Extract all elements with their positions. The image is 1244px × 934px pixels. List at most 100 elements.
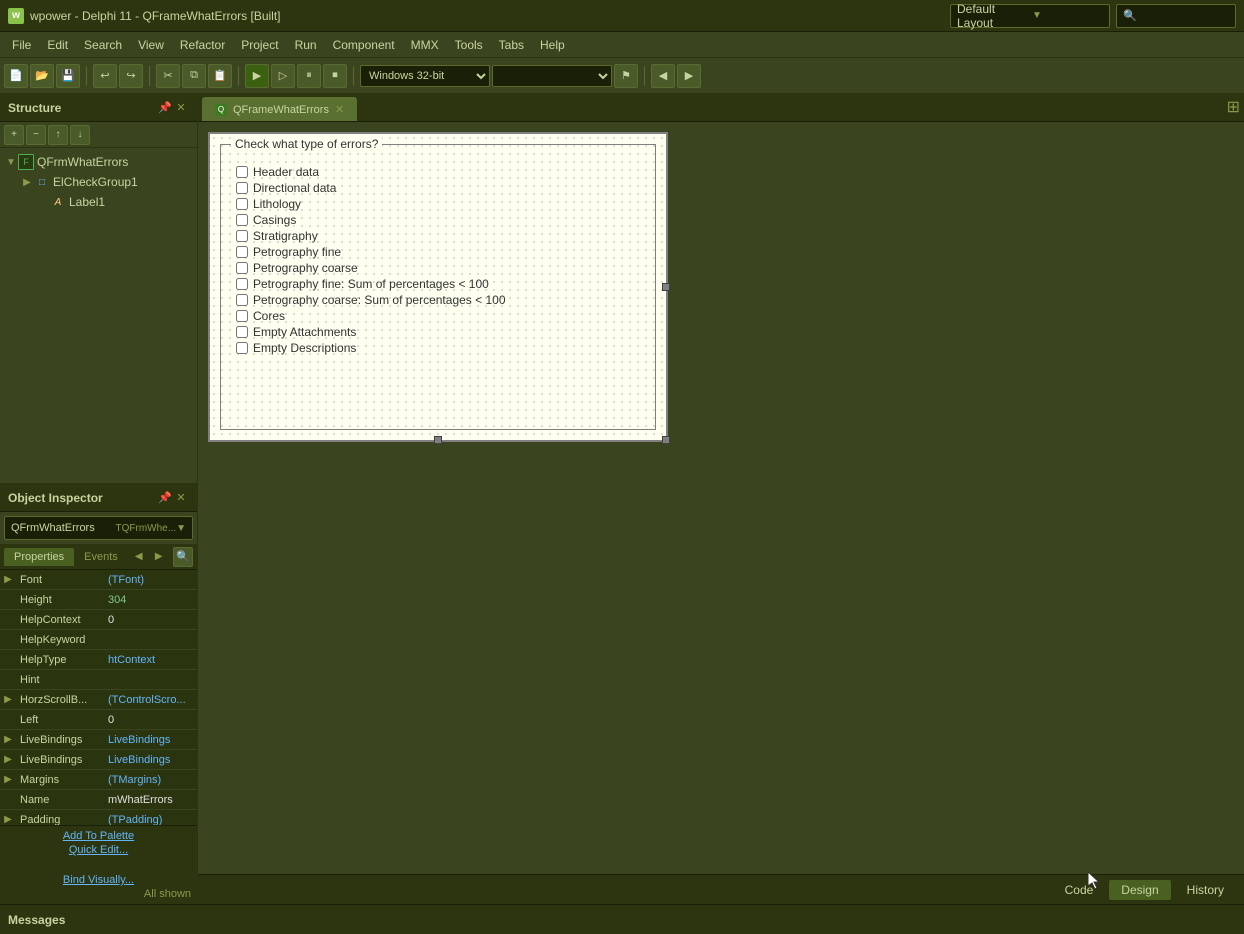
oi-pin-btn[interactable]: 📌 [157, 490, 173, 506]
tree-label-qfrmwhaterrors: QFrmWhatErrors [37, 155, 128, 169]
toolbar-run-btn[interactable]: ▷ [271, 64, 295, 88]
toolbar-save-btn[interactable]: 💾 [56, 64, 80, 88]
toolbar-debug-btn[interactable]: ⏸ [297, 64, 321, 88]
structure-add-btn[interactable]: + [4, 125, 24, 145]
menu-tools[interactable]: Tools [447, 35, 491, 55]
oi-tab-properties[interactable]: Properties [4, 548, 74, 566]
checkbox-stratigraphy[interactable] [236, 230, 248, 242]
layout-selector[interactable]: Default Layout ▼ [950, 4, 1110, 28]
prop-row-livebindings2: ▶ LiveBindings LiveBindings [0, 750, 197, 770]
resize-handle-corner[interactable] [662, 436, 670, 444]
bottom-tab-history[interactable]: History [1175, 880, 1236, 900]
toolbar-cut-btn[interactable]: ✂ [156, 64, 180, 88]
prop-row-left: Left 0 [0, 710, 197, 730]
prop-name-helpcontext: HelpContext [16, 614, 104, 626]
menu-edit[interactable]: Edit [39, 35, 76, 55]
add-to-palette-btn[interactable]: Add To Palette [63, 830, 134, 842]
menu-component[interactable]: Component [325, 35, 403, 55]
structure-up-btn[interactable]: ↑ [48, 125, 68, 145]
prop-expand-livebindings1[interactable]: ▶ [0, 734, 16, 745]
menu-bar: File Edit Search View Refactor Project R… [0, 32, 1244, 58]
checkbox-casings[interactable] [236, 214, 248, 226]
checkbox-directional-data[interactable] [236, 182, 248, 194]
checkbox-empty-descriptions[interactable] [236, 342, 248, 354]
prop-expand-horzscrollb[interactable]: ▶ [0, 694, 16, 705]
prop-expand-livebindings2[interactable]: ▶ [0, 754, 16, 765]
checkbox-petro-coarse-sum[interactable] [236, 294, 248, 306]
checkbox-cores[interactable] [236, 310, 248, 322]
tree-expand-label1 [36, 195, 50, 209]
menu-help[interactable]: Help [532, 35, 573, 55]
bind-visually-btn[interactable]: Bind Visually... [63, 874, 134, 886]
editor-tab-qframe[interactable]: Q QFrameWhatErrors ✕ [202, 97, 357, 121]
checkbox-petro-fine[interactable] [236, 246, 248, 258]
checkbox-lithology[interactable] [236, 198, 248, 210]
oi-search-btn[interactable]: 🔍 [173, 547, 193, 567]
prop-name-padding: Padding [16, 814, 104, 826]
oi-selector[interactable]: QFrmWhatErrors TQFrmWhe... ▼ [4, 516, 193, 540]
toolbar-flags-btn[interactable]: ⚑ [614, 64, 638, 88]
form-window[interactable]: Check what type of errors? Header data D… [208, 132, 668, 442]
prop-name-left: Left [16, 714, 104, 726]
tab-bar-expand[interactable]: ⊞ [1227, 97, 1240, 121]
center-area: Q QFrameWhatErrors ✕ ⊞ Check what type o… [198, 94, 1244, 904]
checkbox-header-data[interactable] [236, 166, 248, 178]
check-item-directional-data: Directional data [236, 181, 640, 195]
structure-down-btn[interactable]: ↓ [70, 125, 90, 145]
bottom-tab-code[interactable]: Code [1053, 880, 1106, 900]
checkbox-petro-coarse[interactable] [236, 262, 248, 274]
bottom-tab-design[interactable]: Design [1109, 880, 1170, 900]
menu-refactor[interactable]: Refactor [172, 35, 233, 55]
title-search-box[interactable]: 🔍 [1116, 4, 1236, 28]
menu-run[interactable]: Run [287, 35, 325, 55]
structure-header: Structure 📌 ✕ [0, 94, 197, 122]
toolbar-new-btn[interactable]: 📄 [4, 64, 28, 88]
prop-row-height: Height 304 [0, 590, 197, 610]
menu-file[interactable]: File [4, 35, 39, 55]
oi-close-btn[interactable]: ✕ [173, 490, 189, 506]
structure-delete-btn[interactable]: − [26, 125, 46, 145]
menu-tabs[interactable]: Tabs [491, 35, 532, 55]
oi-bottom: Add To Palette Quick Edit... Bind Visual… [0, 825, 197, 904]
toolbar-fwd-btn[interactable]: ▶ [677, 64, 701, 88]
quick-edit-btn[interactable]: Quick Edit... [69, 844, 128, 856]
tree-item-qfrmwhaterrors[interactable]: ▼ F QFrmWhatErrors [4, 152, 193, 172]
toolbar-copy-btn[interactable]: ⧉ [182, 64, 206, 88]
check-item-empty-attachments: Empty Attachments [236, 325, 640, 339]
tree-item-elcheckgroup1[interactable]: ▶ □ ElCheckGroup1 [4, 172, 193, 192]
resize-handle-bottom-mid[interactable] [434, 436, 442, 444]
toolbar-paste-btn[interactable]: 📋 [208, 64, 232, 88]
menu-mmx[interactable]: MMX [403, 35, 447, 55]
config-selector[interactable] [492, 65, 612, 87]
check-item-lithology: Lithology [236, 197, 640, 211]
tree-item-label1[interactable]: A Label1 [4, 192, 193, 212]
toolbar-open-btn[interactable]: 📂 [30, 64, 54, 88]
menu-project[interactable]: Project [233, 35, 286, 55]
tab-close-qframe[interactable]: ✕ [335, 103, 344, 116]
checkbox-empty-attachments[interactable] [236, 326, 248, 338]
structure-panel: Structure 📌 ✕ + − ↑ ↓ ▼ F QFrmWhatErrors… [0, 94, 197, 484]
toolbar-undo-btn[interactable]: ↩ [93, 64, 117, 88]
prop-expand-padding[interactable]: ▶ [0, 814, 16, 825]
oi-tab-events[interactable]: Events [74, 548, 128, 566]
prop-expand-margins[interactable]: ▶ [0, 774, 16, 785]
oi-nav-next[interactable]: ▶ [150, 548, 168, 566]
resize-handle-right-mid[interactable] [662, 283, 670, 291]
check-group[interactable]: Check what type of errors? Header data D… [220, 144, 656, 430]
toolbar-stop-btn[interactable]: ⏹ [323, 64, 347, 88]
oi-nav-prev[interactable]: ◀ [130, 548, 148, 566]
menu-search[interactable]: Search [76, 35, 130, 55]
search-icon: 🔍 [1123, 9, 1137, 22]
structure-close-btn[interactable]: ✕ [173, 100, 189, 116]
structure-pin-btn[interactable]: 📌 [157, 100, 173, 116]
toolbar-back-btn[interactable]: ◀ [651, 64, 675, 88]
prop-expand-font[interactable]: ▶ [0, 574, 16, 585]
checkbox-petro-fine-sum[interactable] [236, 278, 248, 290]
prop-row-margins: ▶ Margins (TMargins) [0, 770, 197, 790]
tab-icon-qframe: Q [215, 104, 227, 116]
toolbar-redo-btn[interactable]: ↪ [119, 64, 143, 88]
menu-view[interactable]: View [130, 35, 172, 55]
design-canvas[interactable]: Check what type of errors? Header data D… [198, 122, 1244, 874]
toolbar-build-btn[interactable]: ▶ [245, 64, 269, 88]
platform-selector[interactable]: Windows 32-bit [360, 65, 490, 87]
